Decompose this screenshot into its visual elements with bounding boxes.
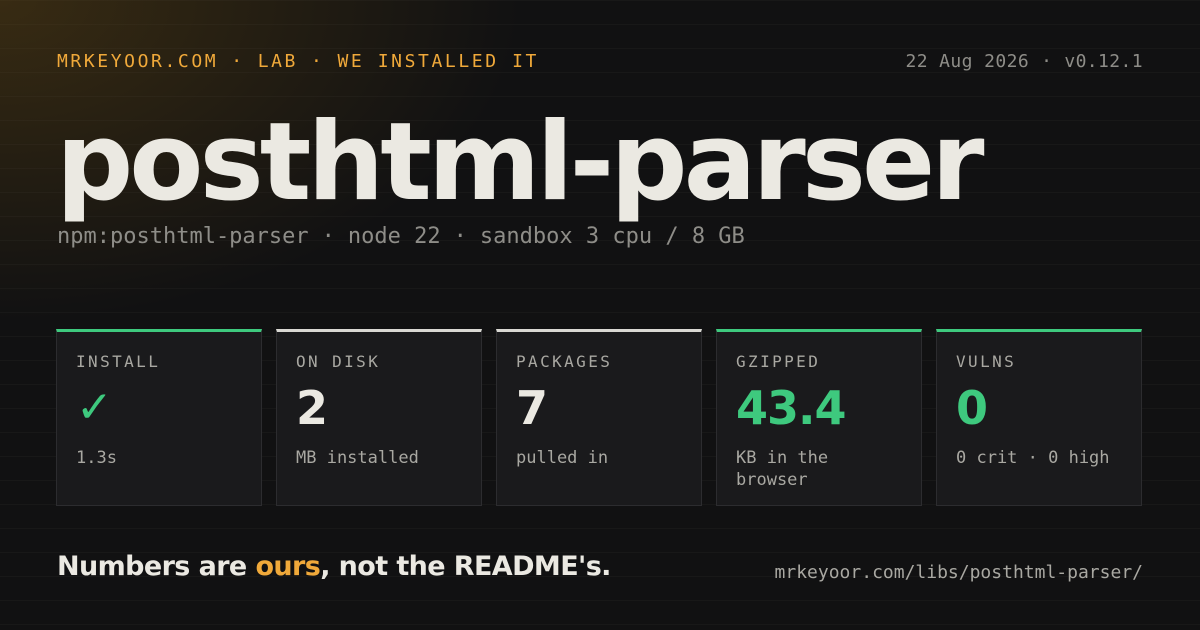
stat-label: PACKAGES (516, 352, 613, 371)
stat-value: 0 (956, 381, 988, 435)
package-id: npm:posthtml-parser (57, 224, 309, 249)
page-title: posthtml-parser (56, 100, 985, 225)
subtitle-separator: · (453, 224, 467, 249)
tagline: Numbers are ours, not the README's. (57, 551, 611, 582)
tagline-start: Numbers are (57, 551, 256, 582)
stat-value: 43.4 (736, 381, 847, 435)
page-meta: 22 Aug 2026 · v0.12.1 (905, 51, 1143, 72)
stat-label: GZIPPED (736, 352, 821, 371)
stat-card-vulns: VULNS 0 0 crit · 0 high (936, 329, 1142, 506)
stat-note: 1.3s (76, 448, 117, 468)
stat-card-gzipped: GZIPPED 43.4 KB in the browser (716, 329, 922, 506)
checkmark-icon: ✓ (76, 382, 113, 433)
meta-separator: · (1041, 50, 1053, 72)
stat-label: VULNS (956, 352, 1017, 371)
tagline-highlight: ours (255, 551, 321, 582)
page-subtitle: npm:posthtml-parser · node 22 · sandbox … (57, 224, 745, 249)
stats-cards: INSTALL ✓ 1.3s ON DISK 2 MB installed PA… (56, 329, 1142, 506)
stat-label: INSTALL (76, 352, 161, 371)
tagline-end: , not the README's. (320, 551, 611, 582)
stat-label: ON DISK (296, 352, 381, 371)
stat-value: 2 (296, 381, 328, 435)
stat-card-packages: PACKAGES 7 pulled in (496, 329, 702, 506)
stat-value: 7 (516, 381, 548, 435)
stat-note: pulled in (516, 448, 609, 468)
package-version: v0.12.1 (1064, 50, 1143, 72)
breadcrumb-site[interactable]: MRKEYOOR.COM (57, 51, 218, 72)
breadcrumb-section[interactable]: LAB (258, 51, 298, 72)
publish-date: 22 Aug 2026 (905, 50, 1030, 72)
stat-card-on-disk: ON DISK 2 MB installed (276, 329, 482, 506)
stat-note: KB in the browser (736, 448, 829, 490)
breadcrumb-separator: · (231, 50, 245, 72)
breadcrumb-separator: · (311, 50, 325, 72)
sandbox-info: sandbox 3 cpu / 8 GB (479, 224, 745, 249)
breadcrumb-page: WE INSTALLED IT (337, 50, 539, 72)
top-bar: MRKEYOOR.COM · LAB · WE INSTALLED IT 22 … (57, 48, 1143, 74)
page-url-link[interactable]: mrkeyoor.com/libs/posthtml-parser/ (775, 562, 1143, 583)
breadcrumb: MRKEYOOR.COM · LAB · WE INSTALLED IT (57, 51, 539, 72)
subtitle-separator: · (321, 224, 335, 249)
stat-note: 0 crit · 0 high (956, 448, 1110, 468)
stat-card-install: INSTALL ✓ 1.3s (56, 329, 262, 506)
runtime-info: node 22 (347, 224, 441, 249)
stat-note: MB installed (296, 448, 419, 468)
